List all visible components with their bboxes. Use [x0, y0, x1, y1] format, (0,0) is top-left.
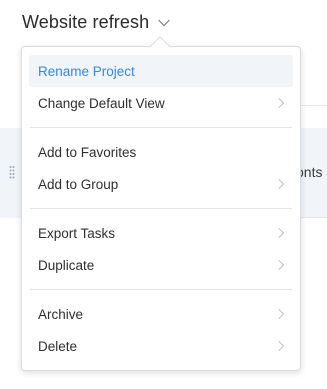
menu-item-add-to-group[interactable]: Add to Group: [29, 168, 293, 200]
chevron-right-icon: [278, 227, 285, 239]
project-options-menu: Rename Project Change Default View Add to …: [21, 36, 301, 371]
menu-separator: [30, 289, 292, 290]
menu-item-label: Add to Favorites: [38, 144, 137, 160]
menu-item-archive[interactable]: Archive: [29, 298, 293, 330]
drag-handle-icon[interactable]: [9, 165, 15, 179]
menu-item-label: Add to Group: [38, 176, 119, 192]
project-title: Website refresh: [22, 11, 150, 32]
menu-separator: [30, 208, 292, 209]
chevron-right-icon: [278, 340, 285, 352]
menu-separator: [30, 127, 292, 128]
menu-item-delete[interactable]: Delete: [29, 330, 293, 362]
menu-item-duplicate[interactable]: Duplicate: [29, 249, 293, 281]
chevron-right-icon: [278, 308, 285, 320]
chevron-right-icon: [278, 97, 285, 109]
chevron-right-icon: [278, 259, 285, 271]
menu-item-rename-project[interactable]: Rename Project: [29, 55, 293, 87]
menu-item-label: Archive: [38, 306, 84, 322]
menu-item-label: Rename Project: [38, 63, 135, 79]
menu-item-label: Export Tasks: [38, 225, 116, 241]
project-title-dropdown[interactable]: Website refresh: [22, 8, 171, 36]
menu-item-export-tasks[interactable]: Export Tasks: [29, 217, 293, 249]
menu-item-change-default-view[interactable]: Change Default View: [29, 87, 293, 119]
menu-item-label: Duplicate: [38, 257, 95, 273]
menu-item-label: Change Default View: [38, 95, 165, 111]
menu-item-label: Delete: [38, 338, 78, 354]
chevron-right-icon: [278, 178, 285, 190]
menu-list: Rename Project Change Default View Add to …: [22, 47, 300, 362]
menu-item-add-to-favorites[interactable]: Add to Favorites: [29, 136, 293, 168]
chevron-down-icon: [158, 19, 170, 27]
